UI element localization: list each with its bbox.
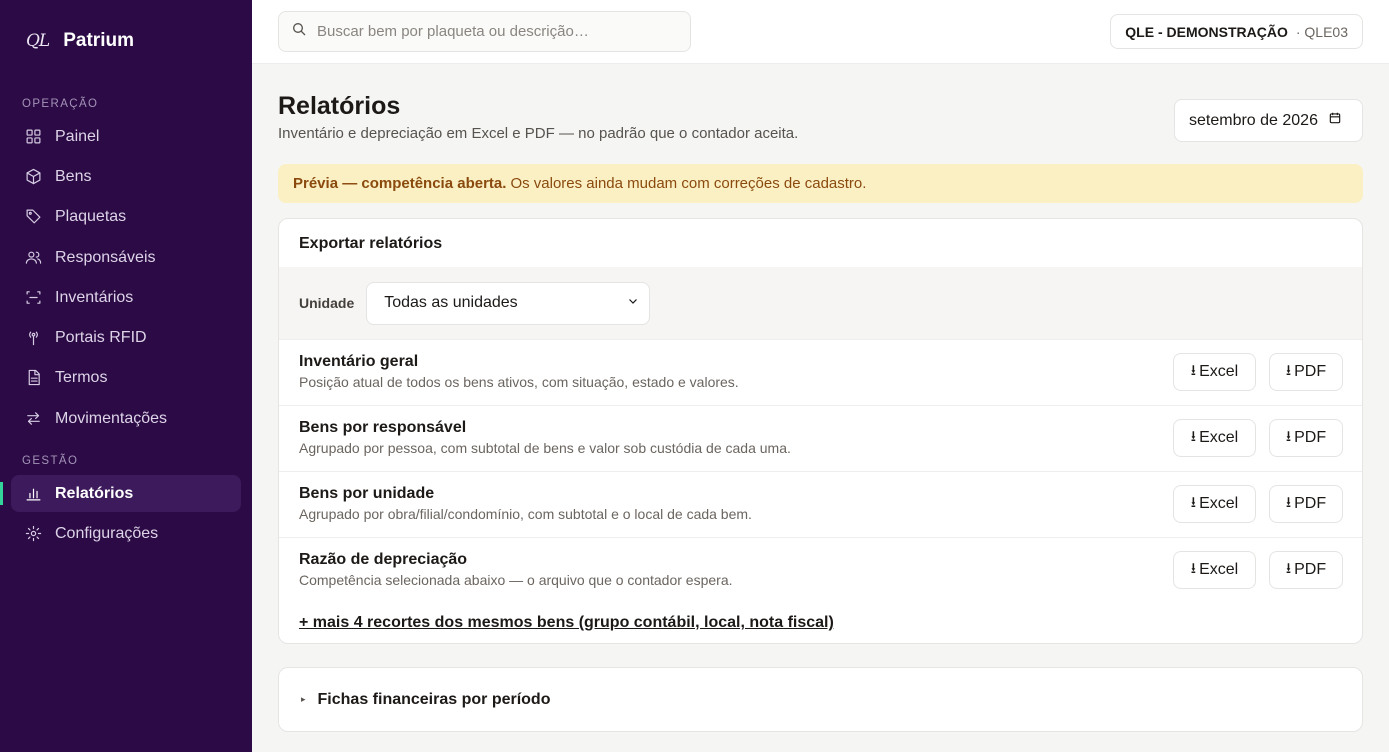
sidebar-item-label: Plaquetas	[55, 207, 127, 225]
report-row: Inventário geral Posição atual de todos …	[279, 339, 1362, 405]
button-label: Excel	[1199, 561, 1239, 578]
sidebar-item-label: Portais RFID	[55, 328, 147, 346]
period-picker[interactable]: setembro de 2026	[1174, 99, 1363, 142]
unit-filter-bar: Unidade Todas as unidades	[279, 267, 1362, 339]
banner-strong: Prévia — competência aberta.	[293, 175, 507, 192]
brand-logo: QL	[26, 31, 50, 51]
sidebar-item-inventarios[interactable]: Inventários	[11, 279, 241, 316]
download-icon: ⭳	[1190, 427, 1197, 445]
sidebar-item-label: Movimentações	[55, 409, 168, 427]
report-title: Razão de depreciação	[299, 551, 468, 568]
report-row: Bens por responsável Agrupado por pessoa…	[279, 405, 1362, 471]
download-icon: ⭳	[1285, 427, 1292, 445]
topbar: QLE - DEMONSTRAÇÃO · QLE03	[252, 0, 1389, 64]
antenna-icon	[25, 329, 42, 346]
document-icon	[25, 369, 42, 386]
caret-right-icon: ▸	[301, 694, 306, 704]
button-label: Excel	[1199, 429, 1239, 446]
excel-download-button[interactable]: ⭳ Excel	[1173, 485, 1256, 523]
download-icon: ⭳	[1190, 361, 1197, 379]
nav-section-management: GESTÃO	[22, 455, 79, 467]
excel-download-button[interactable]: ⭳ Excel	[1173, 551, 1256, 589]
scan-icon	[25, 289, 42, 306]
box-icon	[25, 168, 42, 185]
tenant-code: · QLE03	[1295, 23, 1348, 40]
report-row: Bens por unidade Agrupado por obra/filia…	[279, 471, 1362, 537]
download-icon: ⭳	[1190, 559, 1197, 577]
unit-select-value: Todas as unidades	[384, 294, 518, 311]
unit-select[interactable]: Todas as unidades	[366, 281, 651, 325]
grid-icon	[25, 128, 42, 145]
nav-section-operation: OPERAÇÃO	[22, 98, 99, 110]
report-title: Inventário geral	[299, 353, 419, 370]
pdf-download-button[interactable]: ⭳ PDF	[1269, 419, 1343, 457]
preview-banner: Prévia — competência aberta. Os valores …	[278, 164, 1363, 203]
download-icon: ⭳	[1285, 559, 1292, 577]
arrows-icon	[25, 410, 42, 427]
tag-icon	[25, 208, 42, 225]
button-label: Excel	[1199, 363, 1239, 380]
pdf-download-button[interactable]: ⭳ PDF	[1269, 353, 1343, 391]
sidebar-item-responsaveis[interactable]: Responsáveis	[11, 239, 241, 276]
sidebar-item-label: Painel	[55, 127, 100, 145]
sidebar-item-label: Inventários	[55, 288, 134, 306]
sidebar-item-termos[interactable]: Termos	[11, 359, 241, 396]
sidebar-item-label: Relatórios	[55, 484, 134, 502]
sidebar-item-label: Responsáveis	[55, 248, 156, 266]
download-icon: ⭳	[1190, 493, 1197, 511]
tenant-switcher[interactable]: QLE - DEMONSTRAÇÃO · QLE03	[1110, 14, 1363, 49]
search-icon	[291, 21, 307, 42]
excel-download-button[interactable]: ⭳ Excel	[1173, 419, 1256, 457]
active-indicator	[0, 482, 3, 505]
users-icon	[25, 249, 42, 266]
brand-name: Patrium	[63, 30, 134, 51]
pdf-download-button[interactable]: ⭳ PDF	[1269, 485, 1343, 523]
search-box[interactable]	[278, 11, 691, 52]
brand[interactable]: QL Patrium	[26, 30, 134, 52]
sidebar-item-bens[interactable]: Bens	[11, 158, 241, 195]
sidebar-item-label: Bens	[55, 167, 92, 185]
sidebar-item-relatorios[interactable]: Relatórios	[11, 475, 241, 512]
financial-sheets-title: Fichas financeiras por período	[317, 690, 551, 708]
unit-filter-label: Unidade	[299, 295, 355, 311]
button-label: PDF	[1294, 429, 1327, 446]
export-card: Exportar relatórios Unidade Todas as uni…	[278, 218, 1363, 644]
page-subtitle: Inventário e depreciação em Excel e PDF …	[278, 125, 799, 142]
period-value: setembro de 2026	[1189, 111, 1318, 129]
button-label: PDF	[1294, 561, 1327, 578]
sidebar-item-label: Termos	[55, 368, 108, 386]
report-title: Bens por unidade	[299, 485, 435, 502]
bar-chart-icon	[25, 485, 42, 502]
sidebar-item-painel[interactable]: Painel	[11, 118, 241, 155]
report-row: Razão de depreciação Competência selecio…	[279, 537, 1362, 603]
button-label: PDF	[1294, 363, 1327, 380]
sidebar-item-configuracoes[interactable]: Configurações	[11, 515, 241, 552]
sidebar-item-label: Configurações	[55, 524, 159, 542]
button-label: Excel	[1199, 495, 1239, 512]
sidebar: QL Patrium OPERAÇÃO Painel Bens Plaqueta…	[0, 0, 252, 752]
sidebar-item-plaquetas[interactable]: Plaquetas	[11, 198, 241, 235]
banner-text: Os valores ainda mudam com correções de …	[510, 175, 867, 192]
tenant-name: QLE - DEMONSTRAÇÃO	[1125, 23, 1288, 40]
page-title: Relatórios	[278, 92, 401, 120]
search-input[interactable]	[317, 23, 667, 40]
report-description: Agrupado por pessoa, com subtotal de ben…	[299, 440, 791, 456]
financial-sheets-toggle[interactable]: ▸ Fichas financeiras por período	[278, 667, 1363, 732]
sidebar-item-movimentacoes[interactable]: Movimentações	[11, 400, 241, 437]
calendar-icon	[1328, 111, 1342, 130]
download-icon: ⭳	[1285, 361, 1292, 379]
more-reports-link[interactable]: + mais 4 recortes dos mesmos bens (grupo…	[299, 614, 834, 632]
report-title: Bens por responsável	[299, 419, 467, 436]
chevron-down-icon	[627, 294, 639, 312]
pdf-download-button[interactable]: ⭳ PDF	[1269, 551, 1343, 589]
report-description: Agrupado por obra/filial/condomínio, com…	[299, 506, 752, 522]
report-description: Posição atual de todos os bens ativos, c…	[299, 374, 739, 390]
export-card-title: Exportar relatórios	[299, 235, 443, 252]
download-icon: ⭳	[1285, 493, 1292, 511]
excel-download-button[interactable]: ⭳ Excel	[1173, 353, 1256, 391]
button-label: PDF	[1294, 495, 1327, 512]
gear-icon	[25, 525, 42, 542]
sidebar-item-portais-rfid[interactable]: Portais RFID	[11, 319, 241, 356]
report-description: Competência selecionada abaixo — o arqui…	[299, 572, 733, 588]
